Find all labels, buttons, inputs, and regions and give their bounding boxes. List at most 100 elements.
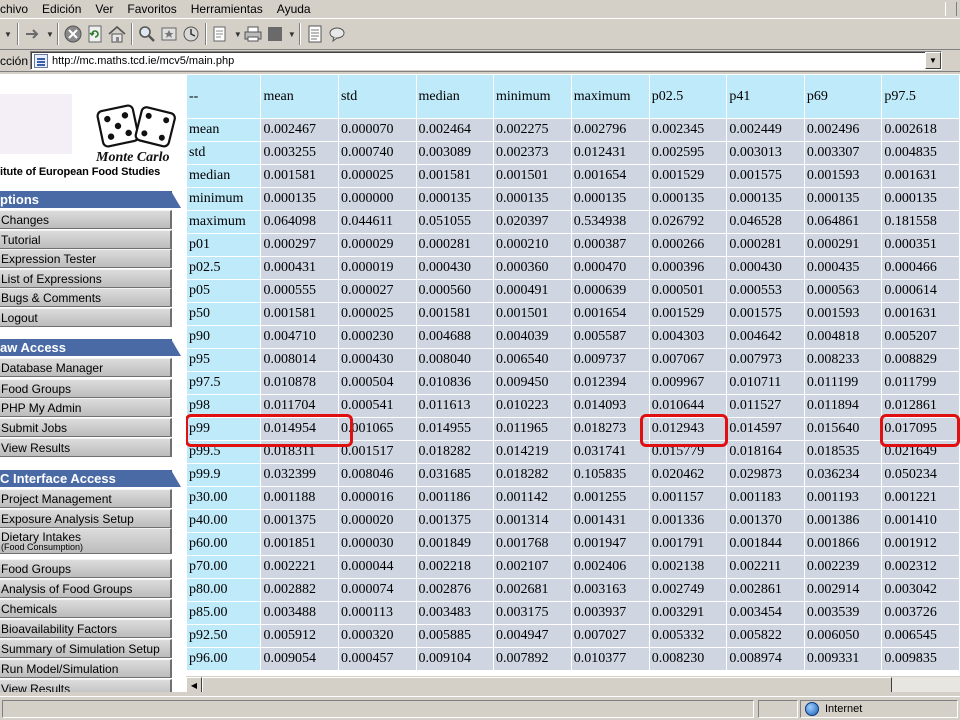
menu-edicion[interactable]: Edición (35, 2, 88, 16)
table-cell: 0.001375 (260, 509, 339, 533)
table-cell: 0.001386 (803, 509, 883, 533)
table-cell: 0.020397 (493, 210, 572, 234)
table-cell: 0.006545 (881, 624, 960, 648)
nav-dietary-intakes[interactable]: Dietary Intakes (Food Consumption) (0, 528, 172, 554)
edit-button[interactable]: ▼ (264, 21, 296, 47)
nav-expression-tester[interactable]: Expression Tester (0, 249, 172, 268)
table-cell: 0.018273 (570, 417, 650, 441)
table-cell: 0.000281 (415, 233, 495, 257)
nav-label: List of Expressions (1, 271, 102, 286)
table-cell: 0.003483 (415, 601, 495, 625)
table-cell: 0.000000 (337, 187, 417, 211)
nav-changes[interactable]: Changes (0, 210, 172, 229)
table-cell: 0.010836 (415, 371, 495, 395)
nav-food-groups-raw[interactable]: Food Groups (0, 379, 172, 398)
table-cell: 0.001575 (726, 164, 805, 188)
nav-summary-of-simulation-setup[interactable]: Summary of Simulation Setup (0, 639, 172, 658)
nav-analysis-of-food-groups[interactable]: Analysis of Food Groups (0, 579, 172, 598)
table-cell: 0.003539 (803, 601, 883, 625)
scroll-thumb[interactable] (202, 677, 892, 692)
table-cell: 0.002138 (648, 555, 728, 579)
section-raw-access-header: aw Access (0, 339, 181, 356)
table-cell: 0.001336 (648, 509, 728, 533)
table-cell: 0.031685 (415, 463, 495, 487)
table-cell: 0.005207 (881, 325, 960, 349)
row-label: std (186, 141, 262, 165)
address-bar: cción http://mc.maths.tcd.ie/mcv5/main.p… (0, 50, 960, 72)
table-cell: 0.007892 (493, 647, 572, 671)
table-cell: 0.008014 (260, 348, 339, 372)
table-cell: 0.001157 (648, 486, 728, 510)
menu-ver[interactable]: Ver (88, 2, 120, 16)
mail-button[interactable]: ▼ (210, 21, 242, 47)
print-button[interactable] (242, 21, 264, 47)
table-cell: 0.000025 (337, 164, 417, 188)
section-options-header: ptions (0, 191, 181, 208)
table-cell: 0.012394 (570, 371, 650, 395)
nav-bugs-comments[interactable]: Bugs & Comments (0, 288, 172, 307)
table-row: p99.9 0.032399 0.008046 0.031685 0.018282 0.1… (186, 463, 960, 487)
nav-list-of-expressions[interactable]: List of Expressions (0, 269, 172, 288)
nav-chemicals[interactable]: Chemicals (0, 599, 172, 618)
history-button[interactable] (180, 21, 202, 47)
back-dropdown[interactable]: ▼ (0, 21, 14, 47)
scroll-left-button[interactable]: ◀ (186, 677, 202, 692)
table-cell: 0.009054 (260, 647, 339, 671)
messenger-button[interactable] (326, 21, 348, 47)
row-label: median (186, 164, 262, 188)
table-cell: 0.018535 (803, 440, 883, 464)
table-cell: 0.000113 (337, 601, 417, 625)
nav-submit-jobs[interactable]: Submit Jobs (0, 418, 172, 437)
nav-logout[interactable]: Logout (0, 308, 172, 327)
nav-database-manager[interactable]: Database Manager (0, 358, 172, 377)
table-cell: 0.001912 (881, 532, 960, 556)
address-label: cción (0, 53, 29, 68)
edit-icon (264, 24, 286, 44)
menu-favoritos[interactable]: Favoritos (120, 2, 183, 16)
menu-bar: chivo Edición Ver Favoritos Herramientas… (0, 0, 960, 18)
sidebar: Monte Carlo itute of European Food Studi… (0, 74, 186, 692)
menu-herramientas[interactable]: Herramientas (184, 2, 270, 16)
table-cell: 0.009967 (648, 371, 728, 395)
nav-exposure-analysis-setup[interactable]: Exposure Analysis Setup (0, 509, 172, 528)
horizontal-scrollbar[interactable]: ◀ (186, 676, 960, 692)
nav-bioavailability-factors[interactable]: Bioavailability Factors (0, 619, 172, 638)
nav-php-my-admin[interactable]: PHP My Admin (0, 398, 172, 417)
address-input[interactable]: http://mc.maths.tcd.ie/mcv5/main.php ▼ (30, 51, 942, 70)
table-cell: 0.000135 (648, 187, 728, 211)
table-cell: 0.004835 (881, 141, 960, 165)
table-cell: 0.000291 (803, 233, 883, 257)
table-cell: 0.000320 (337, 624, 417, 648)
table-cell: 0.000430 (337, 348, 417, 372)
menu-archivo[interactable]: chivo (0, 2, 35, 16)
address-dropdown-button[interactable]: ▼ (925, 52, 941, 69)
logo-title: Monte Carlo (96, 150, 170, 165)
nav-food-groups[interactable]: Food Groups (0, 559, 172, 578)
nav-label: Summary of Simulation Setup (1, 641, 160, 656)
row-label: p97.5 (186, 371, 262, 395)
table-cell: 0.000135 (570, 187, 650, 211)
column-header: p69 (803, 74, 883, 119)
menu-ayuda[interactable]: Ayuda (270, 2, 318, 16)
row-label: p01 (186, 233, 262, 257)
table-cell: 0.006540 (493, 348, 572, 372)
column-header: p41 (726, 74, 805, 119)
nav-project-management[interactable]: Project Management (0, 489, 172, 508)
forward-button[interactable]: ▼ (22, 21, 54, 47)
table-cell: 0.000020 (337, 509, 417, 533)
nav-view-results-raw[interactable]: View Results (0, 438, 172, 457)
search-button[interactable] (136, 21, 158, 47)
nav-run-model-simulation[interactable]: Run Model/Simulation (0, 659, 172, 678)
table-cell: 0.018164 (726, 440, 805, 464)
table-cell: 0.002107 (493, 555, 572, 579)
nav-view-results[interactable]: View Results (0, 679, 172, 692)
stop-button[interactable] (62, 21, 84, 47)
discuss-button[interactable] (304, 21, 326, 47)
table-cell: 0.000030 (337, 532, 417, 556)
favorites-button[interactable] (158, 21, 180, 47)
home-button[interactable] (106, 21, 128, 47)
table-cell: 0.000297 (260, 233, 339, 257)
refresh-button[interactable] (84, 21, 106, 47)
table-row: p96.00 0.009054 0.000457 0.009104 0.007892 0.… (186, 647, 960, 671)
nav-tutorial[interactable]: Tutorial (0, 230, 172, 249)
